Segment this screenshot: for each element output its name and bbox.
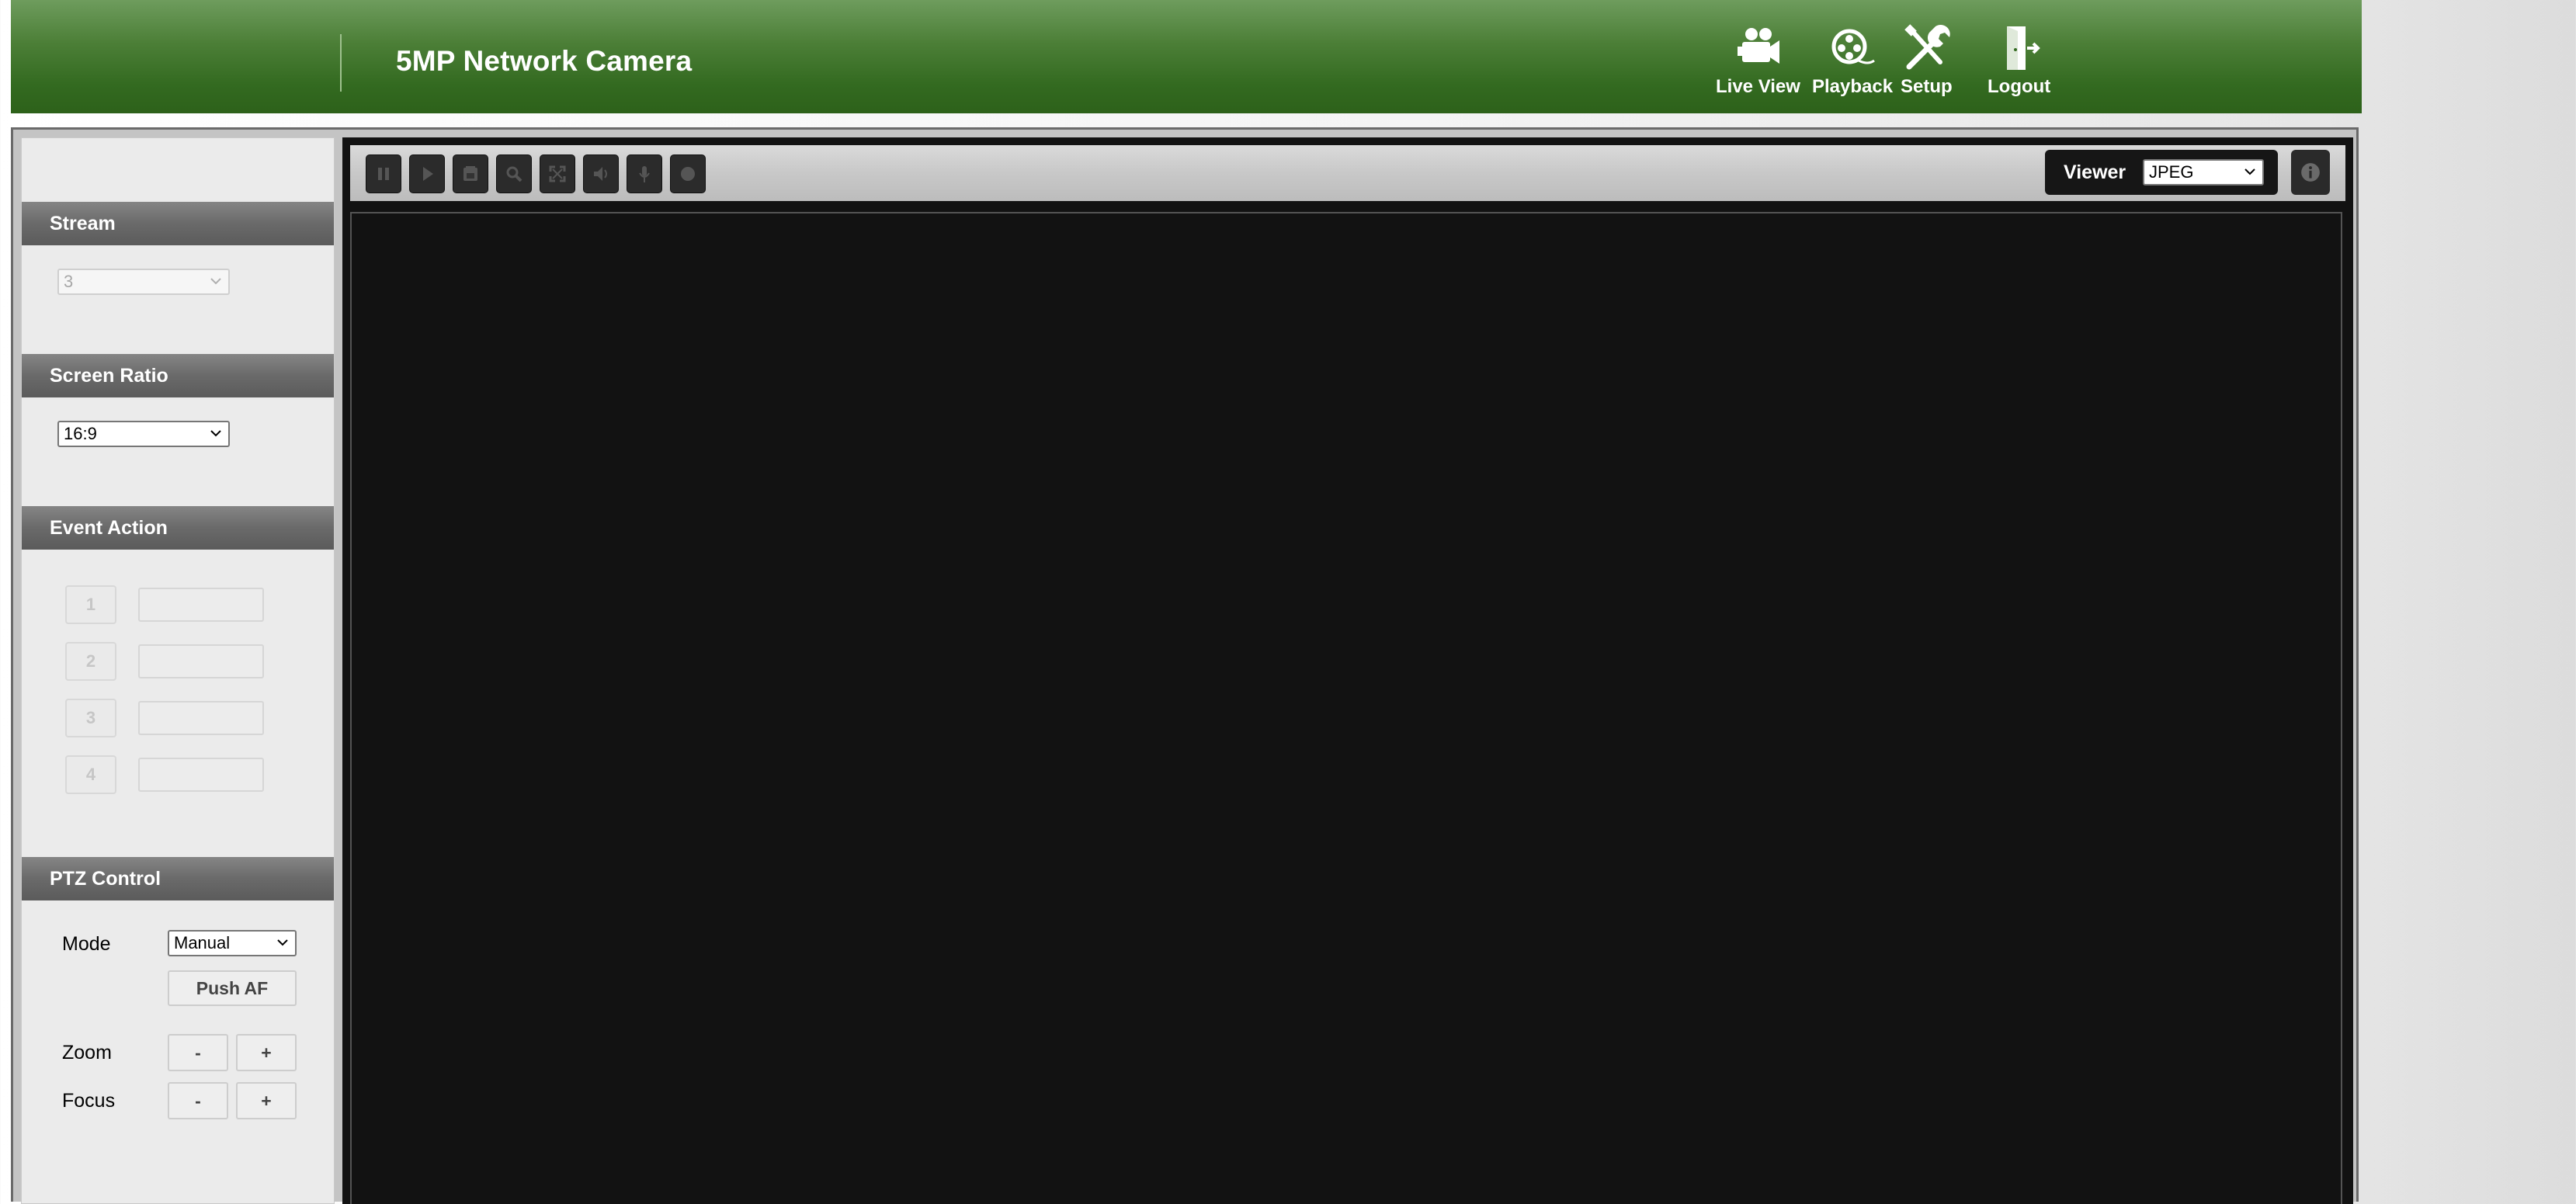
- snapshot-icon: [463, 166, 477, 181]
- nav-live-view[interactable]: Live View: [1716, 23, 1800, 101]
- zoom-button[interactable]: [496, 154, 532, 193]
- ptz-focus-label: Focus: [62, 1090, 116, 1112]
- zoom-in-button[interactable]: +: [236, 1034, 297, 1071]
- ptz-mode-select-value: Manual: [174, 933, 231, 952]
- pause-icon: [378, 168, 389, 180]
- fullscreen-button[interactable]: [540, 154, 575, 193]
- viewer-select[interactable]: JPEG: [2143, 159, 2264, 186]
- viewer-selector-box: Viewer JPEG: [2045, 150, 2278, 195]
- viewer-panel: Viewer JPEG: [342, 137, 2353, 1204]
- screen-ratio-section-header: Screen Ratio: [22, 354, 334, 397]
- event-action-button-3[interactable]: 3: [65, 699, 116, 737]
- nav-playback-label: Playback: [1812, 76, 1894, 97]
- info-icon: [2301, 163, 2320, 182]
- tools-icon: [1904, 24, 1951, 70]
- zoom-out-button[interactable]: -: [168, 1034, 228, 1071]
- ptz-zoom-label: Zoom: [62, 1042, 112, 1063]
- top-header: 5MP Network Camera Live View Playback Se…: [11, 0, 2362, 113]
- event-action-field-4: [138, 758, 264, 792]
- video-display[interactable]: [350, 212, 2342, 1204]
- record-button[interactable]: [670, 154, 706, 193]
- screen-ratio-select-value: 16:9: [64, 424, 97, 443]
- event-action-field-1: [138, 588, 264, 622]
- nav-setup[interactable]: Setup: [1901, 23, 1953, 101]
- nav-logout-label: Logout: [1988, 76, 2051, 97]
- zoom-icon: [506, 166, 522, 182]
- ptz-control-section-header: PTZ Control: [22, 857, 334, 900]
- record-icon: [681, 167, 695, 181]
- info-button[interactable]: [2291, 150, 2330, 195]
- event-action-button-2[interactable]: 2: [65, 642, 116, 681]
- stream-select-value: 3: [64, 272, 74, 291]
- ptz-mode-label: Mode: [62, 933, 111, 955]
- event-action-field-3: [138, 701, 264, 735]
- viewer-toolbar: Viewer JPEG: [350, 145, 2345, 201]
- focus-near-button[interactable]: -: [168, 1082, 228, 1119]
- fullscreen-icon: [549, 165, 566, 182]
- screen-ratio-select[interactable]: 16:9: [57, 421, 230, 447]
- nav-live-view-label: Live View: [1716, 76, 1800, 97]
- speaker-icon: [594, 167, 607, 181]
- viewer-select-value: JPEG: [2149, 162, 2194, 182]
- pause-button[interactable]: [366, 154, 401, 193]
- ptz-mode-select[interactable]: Manual: [168, 930, 297, 956]
- speaker-button[interactable]: [583, 154, 619, 193]
- viewer-label: Viewer: [2064, 161, 2126, 183]
- microphone-button[interactable]: [627, 154, 662, 193]
- nav-setup-label: Setup: [1901, 76, 1953, 97]
- event-action-button-4[interactable]: 4: [65, 755, 116, 794]
- play-button[interactable]: [409, 154, 445, 193]
- left-sidebar: Stream 3 Screen Ratio 16:9 Event Action …: [21, 137, 335, 1204]
- chevron-down-icon: [210, 430, 221, 437]
- video-camera-icon: [1738, 28, 1780, 64]
- play-icon: [423, 167, 433, 181]
- page-title: 5MP Network Camera: [396, 45, 693, 77]
- stream-select[interactable]: 3: [57, 269, 230, 295]
- nav-logout[interactable]: Logout: [1988, 23, 2050, 101]
- film-reel-icon: [1831, 29, 1875, 64]
- header-separator: [340, 34, 342, 92]
- focus-far-button[interactable]: +: [236, 1082, 297, 1119]
- main-frame: Stream 3 Screen Ratio 16:9 Event Action …: [11, 127, 2359, 1204]
- stream-section-header: Stream: [22, 202, 334, 245]
- chevron-down-icon: [277, 939, 288, 946]
- nav-playback[interactable]: Playback: [1812, 23, 1893, 101]
- event-action-field-2: [138, 644, 264, 678]
- snapshot-button[interactable]: [453, 154, 488, 193]
- chevron-down-icon: [2244, 168, 2255, 175]
- chevron-down-icon: [210, 278, 221, 285]
- push-af-button[interactable]: Push AF: [168, 970, 297, 1006]
- event-action-button-1[interactable]: 1: [65, 585, 116, 624]
- event-action-section-header: Event Action: [22, 506, 334, 550]
- door-exit-icon: [2006, 26, 2040, 70]
- microphone-icon: [639, 166, 650, 182]
